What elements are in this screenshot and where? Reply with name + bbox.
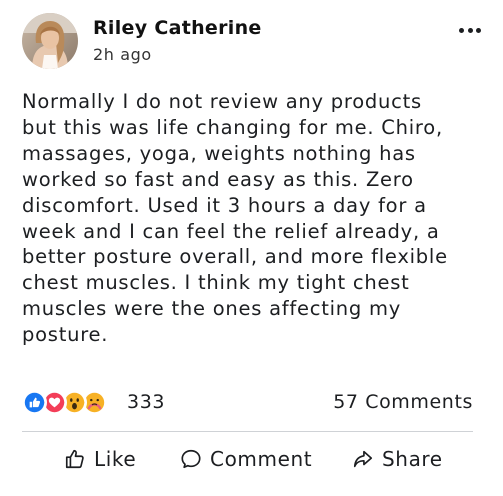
post-header: Riley Catherine 2h ago <box>22 13 481 71</box>
facebook-post: Riley Catherine 2h ago Normally I do not… <box>0 0 503 496</box>
author-name[interactable]: Riley Catherine <box>93 17 262 39</box>
comment-button[interactable]: Comment <box>180 441 312 477</box>
post-timestamp[interactable]: 2h ago <box>93 45 152 64</box>
avatar-photo <box>22 13 78 69</box>
share-button[interactable]: Share <box>352 441 443 477</box>
share-arrow-icon <box>353 450 373 468</box>
dot-icon <box>476 27 481 33</box>
comment-label: Comment <box>210 447 313 471</box>
reactions-summary: 333 57 Comments <box>22 389 473 417</box>
like-button[interactable]: Like <box>64 441 136 477</box>
avatar[interactable] <box>22 13 78 69</box>
more-options-button[interactable] <box>459 21 481 39</box>
thumbs-up-icon <box>65 449 84 469</box>
dot-icon <box>467 27 473 33</box>
like-reaction-icon <box>22 390 47 415</box>
post-text: Normally I do not review any products bu… <box>22 90 448 347</box>
post-actions: Like Comment Share <box>22 441 473 477</box>
share-label: Share <box>382 447 443 471</box>
comment-bubble-icon <box>181 449 201 469</box>
comments-count[interactable]: 57 Comments <box>333 391 473 413</box>
divider <box>22 431 473 432</box>
reaction-count[interactable]: 333 <box>127 391 165 413</box>
like-label: Like <box>94 447 137 471</box>
dot-icon <box>459 27 464 33</box>
